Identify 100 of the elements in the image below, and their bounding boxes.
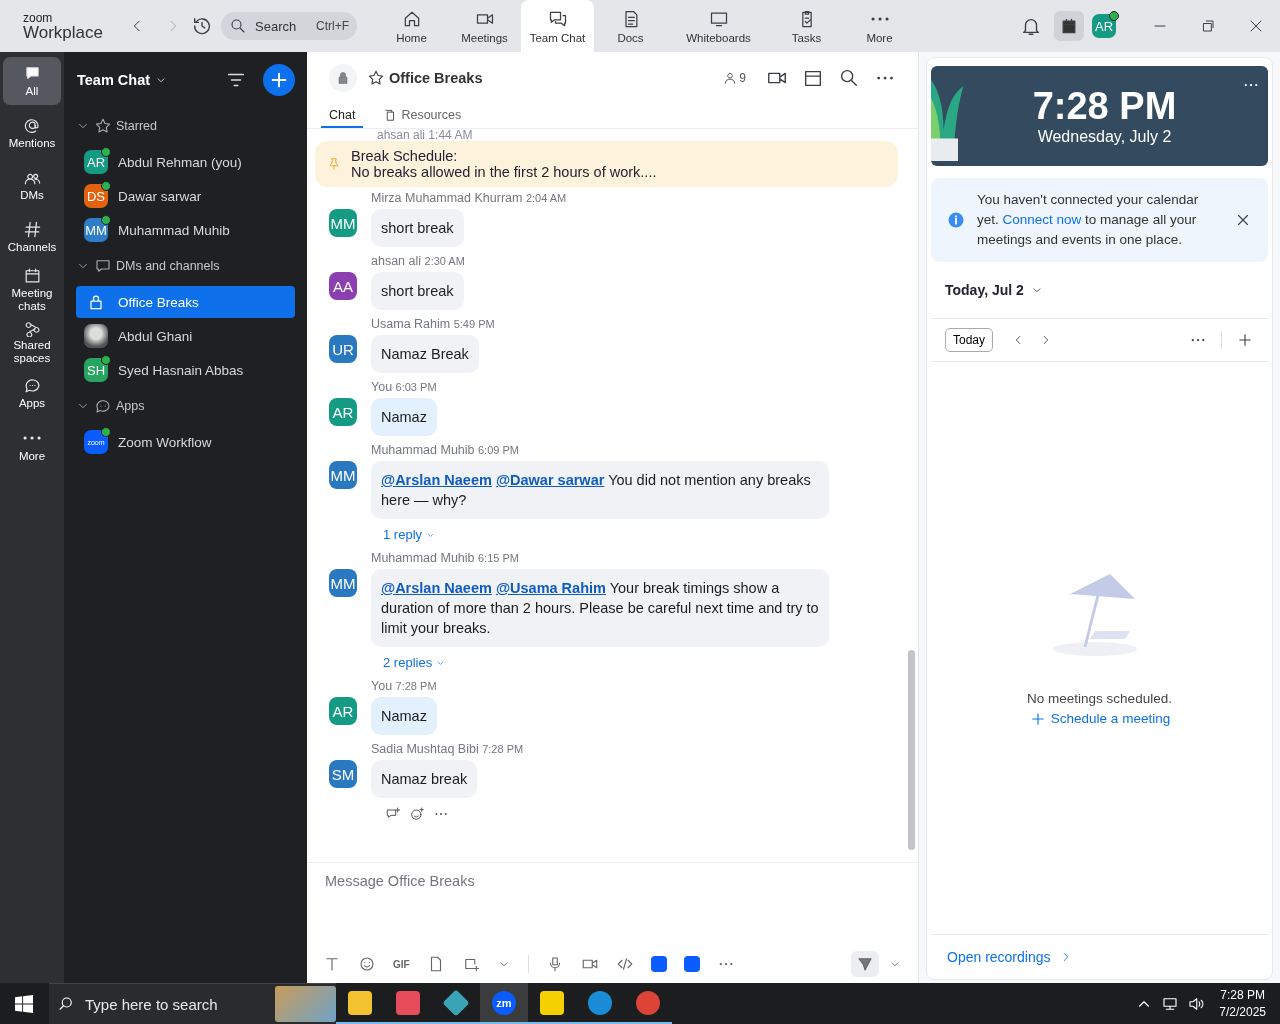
user-avatar[interactable]: SM	[329, 760, 357, 788]
app-icon[interactable]	[650, 956, 667, 972]
taskbar-search-bar[interactable]: Type here to search	[49, 983, 336, 1024]
app-icon	[636, 990, 660, 1015]
message-bubble: Namaz Break	[371, 335, 479, 373]
message-bubble: Namaz	[371, 398, 437, 436]
taskbar-clock[interactable]: 7:28 PM 7/2/2025	[1219, 986, 1266, 1021]
mention-link[interactable]: @Usama Rahim	[495, 580, 606, 596]
chat-list-item[interactable]: Abdul Ghani	[76, 320, 295, 352]
search-bar[interactable]: Search Ctrl+F	[221, 12, 357, 40]
message-meta: Sadia Mushtaq Bibi 7:28 PM	[371, 742, 524, 758]
user-avatar: AR	[84, 150, 108, 174]
search-input[interactable]: Search	[253, 17, 307, 35]
message-meta: Muhammad Muhib 6:15 PM	[371, 551, 519, 567]
send-button[interactable]	[851, 951, 879, 977]
user-avatar[interactable]: MM	[329, 461, 357, 489]
calendar-button[interactable]	[1054, 11, 1084, 41]
pinned-message[interactable]: Break Schedule: No breaks allowed in the first 2 hours of work....	[315, 141, 898, 187]
scrollbar[interactable]	[908, 650, 915, 850]
user-avatar: SH	[84, 358, 108, 382]
message-bubble: @Arslan Naeem @Usama Rahim Your break timings show a duration of more than 2 hours. Please be careful next time and try to limit your breaks.	[371, 569, 829, 647]
user-avatar[interactable]: AA	[329, 272, 357, 300]
rail-item[interactable]: Apps	[3, 369, 61, 417]
user-avatar: MM	[84, 218, 108, 242]
app-title: Workplace	[23, 23, 103, 41]
rail-item[interactable]: Channels	[3, 213, 61, 261]
nav-tab[interactable]: Home	[375, 0, 448, 52]
taskbar-search-input[interactable]: Type here to search	[83, 994, 267, 1014]
nav-tab[interactable]: Docs	[594, 0, 667, 52]
open-recordings-link[interactable]: Open recordings	[947, 949, 1051, 965]
mention-link[interactable]: @Arslan Naeem	[381, 580, 492, 596]
mention-link[interactable]: @Arslan Naeem	[381, 472, 492, 488]
send-icon	[856, 955, 874, 973]
rail-item[interactable]: Shared spaces	[3, 317, 61, 365]
connect-link[interactable]: Connect now	[1002, 212, 1082, 227]
star-icon[interactable]	[367, 69, 385, 87]
chat-list-item[interactable]: MM Muhammad Muhib	[76, 214, 295, 246]
schedule-meeting-link[interactable]: Schedule a meeting	[1028, 709, 1171, 728]
search-icon	[229, 17, 247, 35]
rail-item[interactable]: Meeting chats	[3, 265, 61, 313]
info-icon	[947, 211, 965, 229]
more-icon	[870, 16, 889, 21]
chat-list-item[interactable]: SH Syed Hasnain Abbas	[76, 354, 295, 386]
shortcut-hint: Ctrl+F	[316, 19, 349, 33]
message-bubble: Namaz	[371, 697, 437, 735]
taskbar-app[interactable]: zm	[480, 983, 528, 1024]
chat-tab[interactable]: Chat	[321, 104, 364, 128]
members-button[interactable]: 9	[723, 71, 746, 85]
rail-item[interactable]: More	[3, 421, 61, 469]
nav-tab[interactable]: More	[843, 0, 916, 52]
message-meta: You 7:28 PM	[371, 679, 437, 695]
section-header[interactable]: Apps	[64, 388, 295, 424]
at-sign-icon	[22, 116, 42, 136]
nav-tab[interactable]: Team Chat	[521, 0, 594, 52]
chat-list-item[interactable]: Office Breaks	[76, 286, 295, 318]
text-format-icon[interactable]	[323, 955, 341, 973]
user-avatar[interactable]: UR	[329, 335, 357, 363]
nav-tab[interactable]: Whiteboards	[667, 0, 770, 52]
photo-placeholder	[84, 324, 108, 348]
clock-date: Wednesday, July 2	[1036, 127, 1173, 146]
nav-tab[interactable]: Meetings	[448, 0, 521, 52]
message-meta: Mirza Muhammad Khurram 2:04 AM	[371, 191, 567, 207]
chat-bubble-icon	[94, 397, 112, 415]
start-icon[interactable]	[15, 994, 33, 1013]
emoji-icon[interactable]	[358, 955, 376, 973]
chat-list-item[interactable]: AR Abdul Rehman (you)	[76, 146, 295, 178]
emoji-icon[interactable]	[409, 805, 425, 823]
logo-wordmark: zoom	[23, 11, 54, 24]
today-button[interactable]: Today	[945, 328, 994, 352]
message-bubble: @Arslan Naeem @Dawar sarwar You did not mention any breaks here — why?	[371, 461, 829, 519]
gif-button[interactable]: GIF	[393, 958, 410, 970]
message-meta: ahsan ali 2:30 AM	[371, 254, 465, 270]
replies-link[interactable]: 1 reply	[371, 519, 449, 544]
rail-item[interactable]: Mentions	[3, 109, 61, 157]
channel-title: Office Breaks	[389, 70, 483, 86]
date-selector[interactable]: Today, Jul 2	[945, 282, 1024, 298]
app-icon	[396, 990, 420, 1015]
chat-tab[interactable]: Resources	[375, 104, 470, 128]
rail-item[interactable]: All	[3, 57, 61, 105]
nav-tab[interactable]: Tasks	[770, 0, 843, 52]
history-icon[interactable]	[191, 15, 213, 37]
section-header[interactable]: DMs and channels	[64, 248, 295, 284]
search-icon[interactable]	[838, 67, 860, 89]
message-meta: You 6:03 PM	[371, 380, 437, 396]
hash-icon	[22, 220, 42, 240]
chat-list-item[interactable]: DS Dawar sarwar	[76, 180, 295, 212]
sidebar-title[interactable]: Team Chat	[77, 72, 151, 88]
section-header[interactable]: Starred	[64, 108, 295, 144]
app-icon: zm	[492, 990, 516, 1015]
rail-item[interactable]: DMs	[3, 161, 61, 209]
new-chat-button[interactable]	[263, 64, 295, 96]
app-icon[interactable]	[683, 956, 700, 972]
chat-bubble-icon	[94, 257, 112, 275]
code-icon[interactable]	[615, 955, 634, 973]
message-bubble: short break	[371, 272, 464, 310]
app-icon	[348, 990, 372, 1015]
user-avatar[interactable]: MM	[329, 569, 357, 597]
mention-link[interactable]: @Dawar sarwar	[495, 472, 605, 488]
replies-link[interactable]: 2 replies	[371, 647, 459, 672]
add-icon[interactable]	[1236, 331, 1254, 349]
